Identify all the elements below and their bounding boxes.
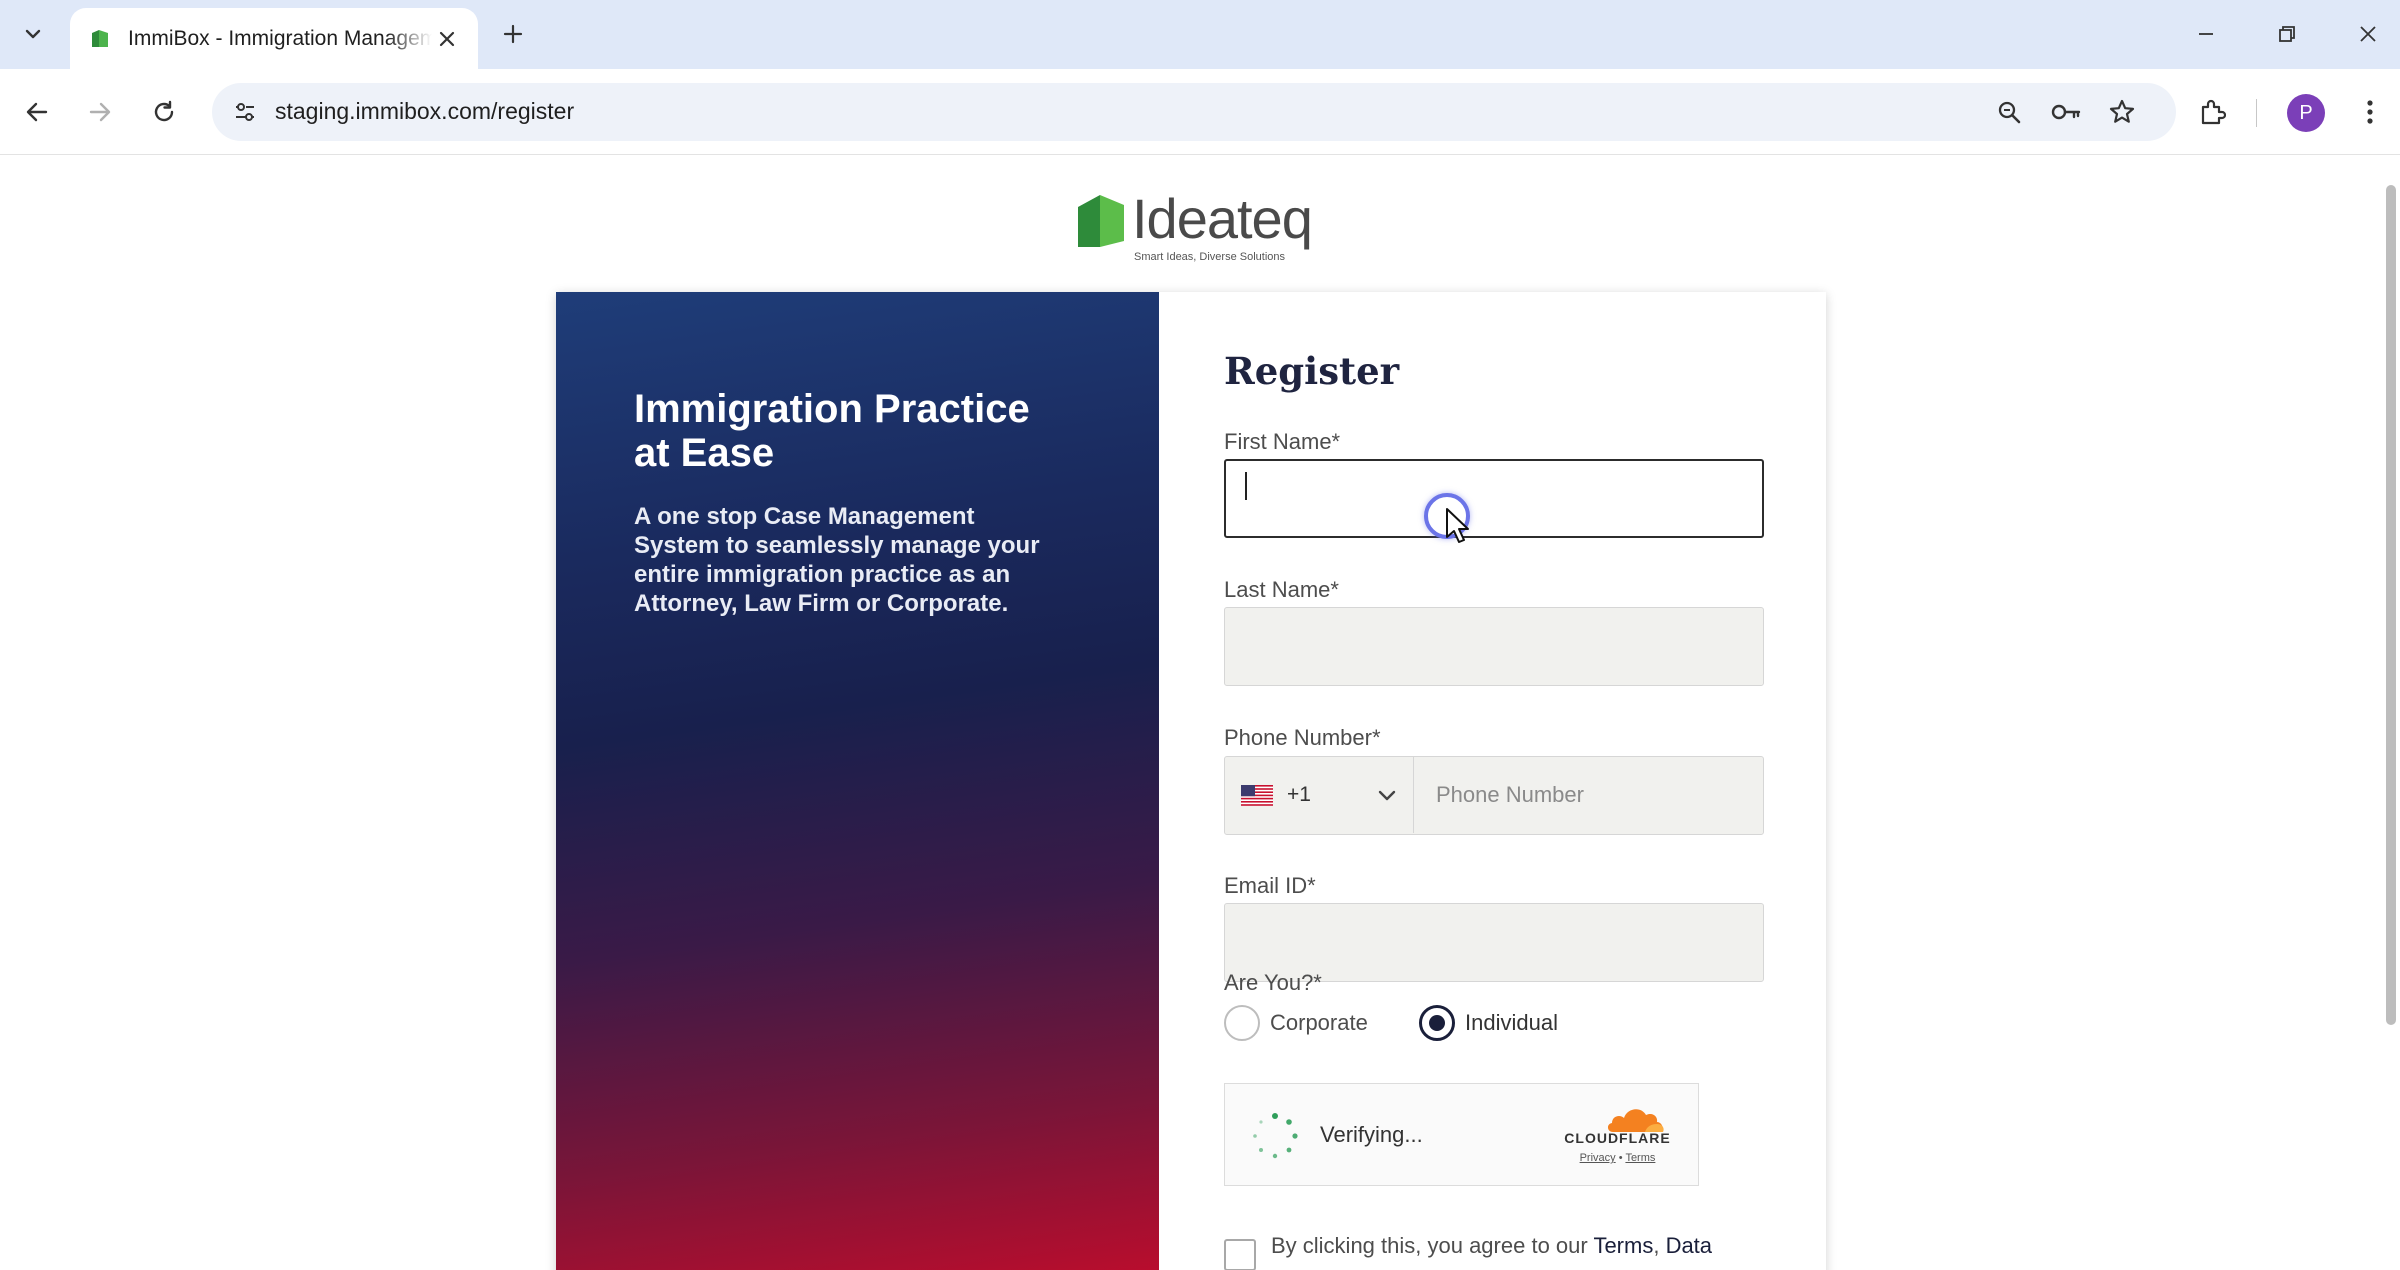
loading-spinner-icon — [1253, 1113, 1298, 1159]
consent-checkbox[interactable] — [1224, 1239, 1256, 1270]
email-label: Email ID* — [1224, 873, 1316, 898]
star-icon — [2109, 99, 2135, 123]
text-caret — [1245, 472, 1247, 500]
chevron-down-icon — [1378, 790, 1396, 801]
consent-row: By clicking this, you agree to our Terms… — [1224, 1227, 1784, 1270]
mouse-pointer-icon — [1446, 508, 1469, 543]
hero-title: Immigration Practice at Ease — [634, 387, 1030, 475]
zoom-button[interactable] — [1990, 93, 2028, 131]
consent-text-prefix: By clicking this, you agree to our — [1271, 1233, 1594, 1258]
browser-menu-button[interactable] — [2349, 91, 2391, 133]
chevron-down-icon — [25, 29, 41, 39]
tab-search-button[interactable] — [14, 15, 52, 53]
profile-avatar[interactable]: P — [2287, 94, 2325, 132]
hero-description: A one stop Case Management System to sea… — [634, 503, 1040, 617]
url-text: staging.immibox.com/register — [275, 98, 575, 124]
arrow-left-icon — [26, 102, 48, 122]
extensions-button[interactable] — [2191, 91, 2233, 133]
zoom-icon — [1998, 101, 2021, 124]
window-close-button[interactable] — [2348, 14, 2388, 54]
scrollbar-thumb[interactable] — [2386, 185, 2396, 1025]
page-viewport: Ideateq Smart Ideas, Diverse Solutions I… — [0, 155, 2400, 1270]
close-icon — [2360, 26, 2376, 42]
cloudflare-privacy-link[interactable]: Privacy — [1580, 1152, 1616, 1164]
register-card: Immigration Practice at Ease A one stop … — [556, 292, 1826, 1270]
role-option-label: Corporate — [1270, 1010, 1368, 1035]
ideateq-logo: Ideateq Smart Ideas, Diverse Solutions — [1076, 183, 1313, 267]
bookmark-star-button[interactable] — [2103, 93, 2141, 131]
arrow-right-icon — [89, 102, 111, 122]
register-form: Register First Name* Last Name* Phone Nu… — [1159, 292, 1826, 1270]
first-name-input[interactable] — [1224, 459, 1764, 538]
browser-tab-active[interactable]: ImmiBox - Immigration Management — [70, 8, 478, 69]
immibox-favicon-icon — [92, 29, 108, 47]
role-radio-group: Corporate Individual — [1224, 1003, 1764, 1043]
last-name-label: Last Name* — [1224, 577, 1339, 602]
country-code-select[interactable]: +1 — [1225, 757, 1414, 833]
ideateq-logo-mark-icon — [1078, 195, 1124, 247]
tab-close-button[interactable] — [432, 24, 462, 54]
restore-button[interactable] — [2267, 14, 2307, 54]
toolbar-divider — [2256, 99, 2257, 127]
cloudflare-wordmark: CLOUDFLARE — [1564, 1130, 1671, 1146]
new-tab-button[interactable] — [495, 16, 531, 52]
phone-number-label: Phone Number* — [1224, 725, 1381, 750]
cloudflare-captcha-widget[interactable]: Verifying... CLOUDFLARE Privacy • Terms — [1224, 1083, 1699, 1186]
first-name-label: First Name* — [1224, 429, 1341, 454]
terms-link[interactable]: Terms — [1593, 1233, 1653, 1258]
last-name-input[interactable] — [1224, 607, 1764, 686]
site-info-button[interactable] — [226, 93, 264, 131]
minimize-button[interactable] — [2186, 14, 2226, 54]
restore-icon — [2279, 26, 2295, 42]
plus-icon — [503, 24, 523, 44]
role-option-individual[interactable]: Individual — [1419, 1003, 1558, 1043]
key-icon — [2051, 104, 2081, 120]
close-icon — [439, 31, 455, 46]
consent-text: By clicking this, you agree to our Terms… — [1271, 1233, 1713, 1258]
data-policy-link[interactable]: Data — [1666, 1233, 1712, 1258]
captcha-status: Verifying... — [1320, 1122, 1423, 1147]
logo-tagline: Smart Ideas, Diverse Solutions — [1134, 251, 1286, 263]
puzzle-piece-icon — [2201, 99, 2226, 125]
tab-title: ImmiBox - Immigration Management — [128, 26, 432, 50]
more-vertical-icon — [2367, 100, 2373, 124]
browser-toolbar: staging.immibox.com/register P — [0, 69, 2400, 155]
radio-corporate[interactable] — [1224, 1005, 1260, 1041]
cloudflare-links: Privacy • Terms — [1555, 1152, 1680, 1164]
address-bar[interactable]: staging.immibox.com/register — [212, 83, 2176, 141]
reload-icon — [154, 100, 174, 122]
hero-panel: Immigration Practice at Ease A one stop … — [556, 292, 1159, 1270]
cloudflare-terms-link[interactable]: Terms — [1625, 1152, 1655, 1164]
role-label: Are You?* — [1224, 970, 1322, 995]
phone-number-field: +1 — [1224, 756, 1764, 835]
browser-tab-bar: ImmiBox - Immigration Management — [0, 0, 2400, 69]
password-key-button[interactable] — [2047, 93, 2085, 131]
us-flag-icon — [1241, 784, 1273, 806]
reload-button[interactable] — [143, 91, 185, 133]
role-option-corporate[interactable]: Corporate — [1224, 1003, 1368, 1043]
logo-wordmark: Ideateq — [1132, 187, 1313, 250]
phone-number-input[interactable] — [1416, 757, 1761, 833]
form-title: Register — [1224, 349, 1400, 393]
radio-individual[interactable] — [1419, 1005, 1455, 1041]
back-button[interactable] — [16, 91, 58, 133]
radio-selected-dot — [1429, 1015, 1445, 1031]
forward-button[interactable] — [79, 91, 121, 133]
country-code: +1 — [1287, 783, 1311, 806]
tune-icon — [236, 103, 254, 121]
role-option-label: Individual — [1465, 1010, 1558, 1035]
minimize-icon — [2199, 33, 2213, 35]
page-scrollbar[interactable] — [2382, 155, 2400, 1270]
